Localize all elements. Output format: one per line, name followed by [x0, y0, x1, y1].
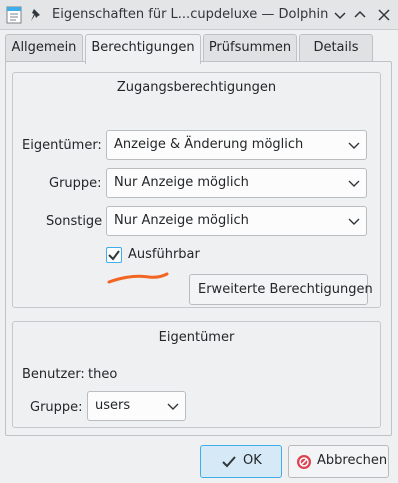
app-icon — [6, 6, 22, 24]
others-permission-value: Nur Anzeige möglich — [114, 213, 249, 228]
tab-details[interactable]: Details — [299, 34, 373, 62]
cancel-label: Abbrechen — [317, 453, 388, 468]
executable-label[interactable]: Ausführbar — [128, 247, 200, 262]
maximize-icon[interactable] — [352, 7, 368, 23]
tab-panel: Zugangsberechtigungen Eigentümer: Anzeig… — [5, 61, 392, 436]
advanced-permissions-button[interactable]: Erweiterte Berechtigungen — [189, 274, 373, 305]
user-label: Benutzer: — [22, 367, 85, 382]
chevron-down-icon — [348, 218, 360, 225]
access-permissions-title: Zugangsberechtigungen — [116, 80, 277, 95]
minimize-icon[interactable] — [332, 7, 348, 23]
group-permission-value: Nur Anzeige möglich — [114, 175, 249, 190]
chevron-down-icon — [348, 180, 360, 187]
cancel-button[interactable]: Abbrechen — [288, 445, 389, 478]
pin-icon[interactable] — [28, 6, 44, 24]
owner-group-value: users — [95, 398, 131, 413]
ownership-title: Eigentümer — [158, 330, 235, 345]
tab-bar: Allgemein Berechtigungen Prüfsummen Deta… — [5, 34, 385, 64]
window-title: Eigenschaften für L...cupdeluxe — Dolphi… — [52, 7, 329, 22]
others-permission-select[interactable]: Nur Anzeige möglich — [106, 206, 367, 236]
chevron-down-icon — [167, 403, 179, 410]
owner-label: Eigentümer: — [22, 138, 102, 153]
group-label: Gruppe: — [49, 176, 102, 191]
checkmark-icon — [222, 456, 236, 468]
executable-checkbox[interactable] — [106, 247, 122, 263]
group-permission-select[interactable]: Nur Anzeige möglich — [106, 168, 367, 198]
ok-button[interactable]: OK — [200, 445, 282, 478]
user-value: theo — [88, 367, 118, 382]
owner-group-select[interactable]: users — [87, 391, 186, 421]
owner-permission-value: Anzeige & Änderung möglich — [114, 137, 304, 152]
advanced-permissions-label: Erweiterte Berechtigungen — [198, 282, 373, 297]
ownership-group: Eigentümer Benutzer: theo Gruppe: users — [12, 321, 381, 428]
title-bar[interactable]: Eigenschaften für L...cupdeluxe — Dolphi… — [0, 0, 398, 30]
others-label: Sonstige — [46, 214, 103, 229]
annotation-scribble — [107, 272, 169, 284]
owner-group-label: Gruppe: — [30, 400, 83, 415]
access-permissions-group: Zugangsberechtigungen Eigentümer: Anzeig… — [12, 72, 381, 308]
close-icon[interactable] — [376, 7, 392, 23]
tab-pruefsummen[interactable]: Prüfsummen — [203, 34, 297, 62]
cancel-icon — [297, 455, 311, 469]
ok-label: OK — [243, 453, 262, 468]
tab-berechtigungen[interactable]: Berechtigungen — [85, 34, 201, 64]
owner-permission-select[interactable]: Anzeige & Änderung möglich — [106, 130, 367, 160]
checkmark-icon — [108, 250, 120, 261]
chevron-down-icon — [348, 142, 360, 149]
tab-allgemein[interactable]: Allgemein — [5, 34, 83, 62]
